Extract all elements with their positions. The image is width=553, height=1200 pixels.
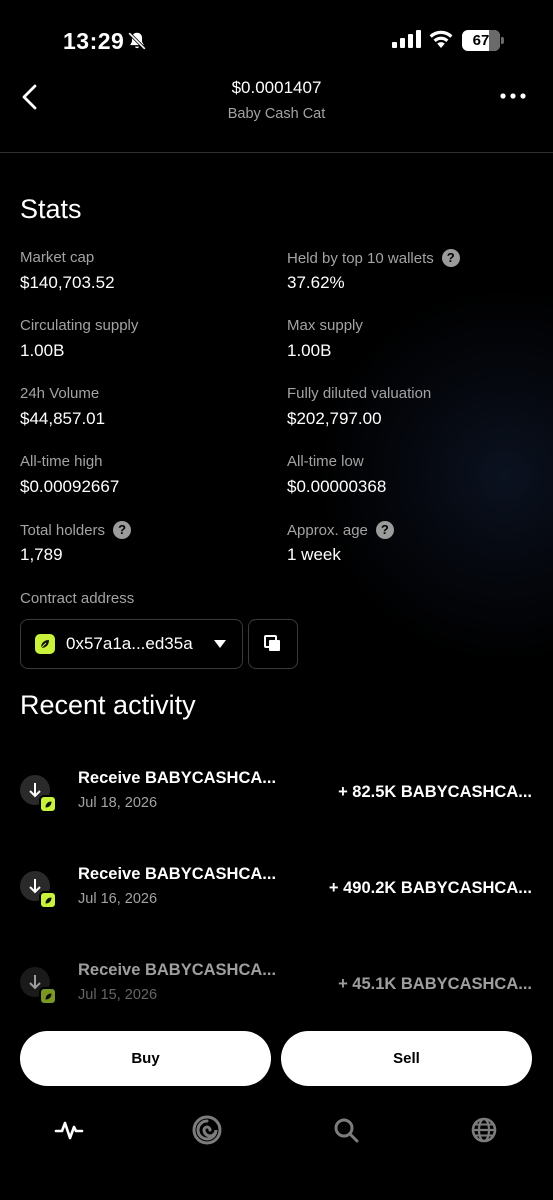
activity-title: Receive BABYCASHCA... [78,961,277,979]
contract-address-dropdown[interactable]: 0x57a1a...ed35a [20,619,243,669]
stat-label-age: Approx. age? [287,521,394,539]
activity-amount: + 45.1K BABYCASHCA... [338,975,532,993]
stat-label-volume: 24h Volume [20,385,100,402]
search-icon [334,1118,359,1143]
stat-label-ath: All-time high [20,453,103,470]
stat-label-total-holders: Total holders? [20,521,132,539]
stat-label-market-cap: Market cap [20,249,95,266]
stat-label-max-supply: Max supply [287,317,363,334]
stat-value-volume: $44,857.01 [20,409,106,428]
activity-amount: + 82.5K BABYCASHCA... [338,783,532,801]
copy-icon [264,635,280,651]
token-name: Baby Cash Cat [227,106,326,122]
globe-icon [471,1117,497,1143]
stats-title: Stats [20,194,82,224]
stat-label-circulating-supply: Circulating supply [20,317,139,334]
contract-address-value: 0x57a1a...ed35a [66,634,193,653]
help-icon[interactable]: ? [113,521,132,539]
activity-date: Jul 15, 2026 [78,987,158,1003]
more-options-icon[interactable] [498,86,528,106]
battery-level: 67 [472,32,490,49]
stat-label-fdv: Fully diluted valuation [287,385,432,402]
silent-bell-icon [128,32,146,50]
help-icon[interactable]: ? [375,521,394,539]
contract-address-label: Contract address [20,590,135,607]
activity-date: Jul 16, 2026 [78,891,158,907]
stat-value-top-holders: 37.62% [287,273,345,292]
activity-title: Receive BABYCASHCA... [78,865,277,883]
stat-value-max-supply: 1.00B [287,341,332,360]
tab-explore[interactable] [468,1114,500,1146]
chevron-down-icon [214,640,226,648]
chain-leaf-icon [39,795,57,813]
stat-value-market-cap: $140,703.52 [20,273,115,292]
activity-item[interactable]: Receive BABYCASHCA... Jul 18, 2026 + 82.… [0,769,553,829]
tab-portfolio[interactable] [191,1114,223,1146]
activity-title: Receive BABYCASHCA... [78,769,277,787]
tab-search[interactable] [330,1114,362,1146]
stat-value-age: 1 week [287,545,341,564]
chain-leaf-icon [35,634,55,654]
battery-icon: 67 [462,30,504,51]
buy-button[interactable]: Buy [20,1031,271,1086]
status-time: 13:29 [63,28,125,54]
stat-value-fdv: $202,797.00 [287,409,382,428]
stat-label-top-holders: Held by top 10 wallets? [287,249,460,267]
token-detail-screen: 13:29 67 $0.0001407 Baby Cash Cat Stats … [0,0,553,1200]
token-price: $0.0001407 [231,78,322,97]
wifi-icon [429,30,453,48]
copy-address-button[interactable] [248,619,298,669]
activity-date: Jul 18, 2026 [78,795,158,811]
tab-activity[interactable] [53,1114,85,1146]
status-bar: 13:29 67 [0,0,553,80]
stat-value-atl: $0.00000368 [287,477,387,496]
recent-activity-title: Recent activity [20,690,196,720]
chain-leaf-icon [39,891,57,909]
portfolio-swirl-icon [192,1115,222,1145]
stat-value-ath: $0.00092667 [20,477,120,496]
activity-item[interactable]: Receive BABYCASHCA... Jul 15, 2026 + 45.… [0,961,553,1021]
stat-value-circulating-supply: 1.00B [20,341,65,360]
chain-leaf-icon [39,987,57,1005]
stat-value-total-holders: 1,789 [20,545,63,564]
activity-amount: + 490.2K BABYCASHCA... [328,879,532,897]
sell-button[interactable]: Sell [281,1031,532,1086]
activity-item[interactable]: Receive BABYCASHCA... Jul 16, 2026 + 490… [0,865,553,925]
cellular-signal-icon [392,30,421,48]
header-divider [0,152,553,153]
activity-icon [54,1121,84,1140]
stat-label-atl: All-time low [287,453,364,470]
help-icon[interactable]: ? [441,249,460,267]
